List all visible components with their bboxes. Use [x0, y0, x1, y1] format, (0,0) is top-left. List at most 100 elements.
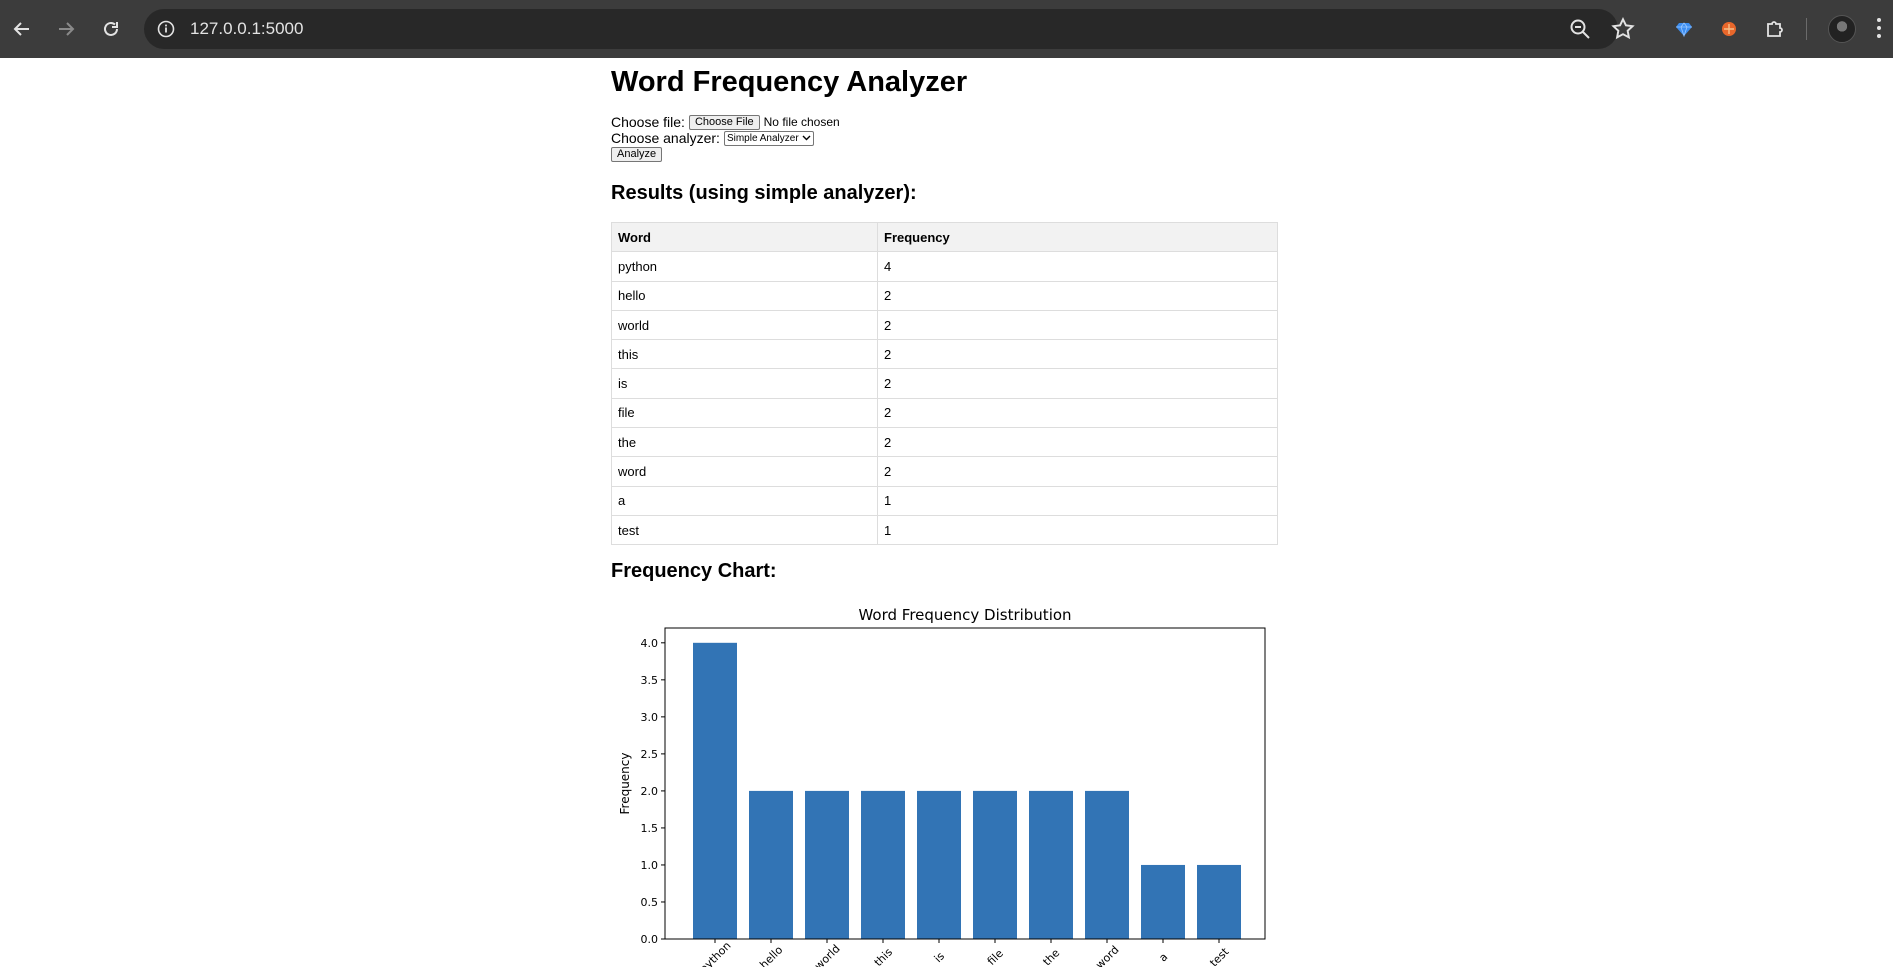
y-tick-label: 0.5 — [641, 896, 659, 909]
frequency-chart: Word Frequency Distribution python hello w… — [618, 606, 1266, 967]
x-tick-label: this — [872, 945, 896, 967]
x-tick-label: file — [985, 947, 1006, 967]
word-cell: world — [611, 309, 878, 341]
address-bar[interactable]: 127.0.0.1:5000 — [144, 9, 1635, 49]
extension-orange-button[interactable] — [1716, 16, 1742, 42]
table-row: python 4 — [611, 251, 1278, 282]
analyze-row: Analyze — [611, 146, 1291, 162]
analyzer-select[interactable]: Simple Analyzer — [723, 130, 814, 146]
word-cell: this — [611, 339, 878, 370]
y-axis-label: Frequency — [618, 753, 632, 815]
browser-menu-button[interactable] — [1872, 16, 1886, 42]
frequency-cell: 2 — [877, 309, 1278, 341]
x-tick-label: word — [1093, 943, 1121, 967]
dot — [1877, 18, 1881, 22]
dot — [1877, 26, 1881, 30]
file-status: No file chosen — [763, 115, 840, 129]
gem-icon — [1676, 22, 1692, 38]
x-tick-label: hello — [757, 943, 785, 967]
chart-bar — [805, 790, 849, 939]
chart-bar — [1197, 864, 1241, 939]
table-row: word 2 — [611, 456, 1278, 487]
word-cell: test — [611, 514, 878, 546]
chart-bar — [1141, 864, 1185, 939]
chart-bar — [861, 790, 905, 939]
frequency-cell: 2 — [877, 339, 1278, 370]
zoom-icon[interactable] — [1568, 17, 1592, 41]
word-cell: the — [611, 427, 878, 458]
x-tick-label: a — [1156, 950, 1170, 964]
table-row: the 2 — [611, 427, 1278, 458]
toolbar-divider — [1806, 18, 1807, 40]
chart-bar — [1029, 790, 1073, 939]
x-tick-label: python — [697, 939, 733, 967]
x-tick-label: world — [812, 942, 843, 967]
chart-bar — [1085, 790, 1129, 939]
extension-orange-icon — [1722, 22, 1736, 36]
info-icon — [157, 20, 175, 38]
analyzer-selected-value: Simple Analyzer — [726, 132, 799, 144]
frequency-cell: 4 — [877, 251, 1278, 282]
frequency-cell: 2 — [877, 427, 1278, 458]
table-row: this 2 — [611, 339, 1278, 370]
y-tick-label: 1.0 — [641, 859, 659, 872]
word-cell: python — [611, 251, 878, 282]
choose-file-button[interactable]: Choose File — [688, 114, 760, 130]
chart-bar — [917, 790, 961, 939]
word-cell: hello — [611, 280, 878, 311]
y-tick-label: 2.0 — [641, 785, 659, 798]
profile-avatar[interactable] — [1828, 15, 1856, 43]
puzzle-piece-icon — [1767, 21, 1783, 37]
results-heading: Results (using simple analyzer): — [611, 182, 917, 204]
upload-form: Choose file: Choose File No file chosen … — [611, 114, 1291, 162]
extension-gem-button[interactable] — [1671, 16, 1697, 42]
y-tick-label: 0.0 — [641, 933, 659, 946]
site-info-button[interactable] — [152, 15, 180, 43]
chart-bar — [973, 790, 1017, 939]
word-cell: is — [611, 368, 878, 399]
word-cell: a — [611, 485, 878, 516]
chevron-down-icon — [802, 135, 811, 141]
page-title: Word Frequency Analyzer — [611, 66, 968, 98]
column-header-word: Word — [611, 221, 878, 253]
chart-bar — [749, 790, 793, 939]
url-text[interactable]: 127.0.0.1:5000 — [190, 19, 303, 39]
dot — [1877, 34, 1881, 38]
frequency-cell: 2 — [877, 280, 1278, 311]
analyze-button[interactable]: Analyze — [611, 147, 663, 162]
table-row: a1 — [611, 485, 1278, 516]
frequency-cell: 1 — [877, 514, 1278, 546]
analyzer-row: Choose analyzer: Simple Analyzer — [611, 130, 1291, 146]
results-table: Word Frequency python 4 hello 2 world 2 thi… — [611, 221, 1278, 546]
frequency-cell: 2 — [877, 397, 1278, 429]
arrow-right-icon — [59, 22, 75, 36]
y-tick-label: 2.5 — [641, 748, 659, 761]
extensions-button[interactable] — [1762, 16, 1788, 42]
y-tick-label: 3.5 — [641, 674, 659, 687]
y-tick-label: 1.5 — [641, 822, 659, 835]
table-header-row: Word Frequency — [611, 221, 1278, 253]
forward-button[interactable] — [49, 12, 83, 46]
table-row: hello 2 — [611, 280, 1278, 311]
y-tick-label: 4.0 — [641, 637, 659, 650]
word-cell: file — [611, 397, 878, 429]
word-cell: word — [611, 456, 878, 487]
file-label: Choose file: — [611, 114, 685, 130]
y-tick-label: 3.0 — [641, 711, 659, 724]
x-tick-label: is — [932, 949, 948, 965]
arrow-left-icon — [13, 22, 29, 36]
frequency-cell: 2 — [877, 456, 1278, 487]
reload-icon — [104, 21, 118, 36]
x-tick-label: test — [1207, 945, 1232, 967]
back-button[interactable] — [5, 12, 39, 46]
table-row: is 2 — [611, 368, 1278, 399]
analyzer-label: Choose analyzer: — [611, 130, 720, 146]
chart-title: Word Frequency Distribution — [858, 606, 1071, 624]
reload-button[interactable] — [94, 12, 128, 46]
bookmark-star-icon[interactable] — [1610, 16, 1636, 42]
file-row: Choose file: Choose File No file chosen — [611, 114, 1291, 130]
table-row: world 2 — [611, 309, 1278, 341]
column-header-frequency: Frequency — [877, 221, 1278, 253]
table-row: file 2 — [611, 397, 1278, 429]
chart-heading: Frequency Chart: — [611, 560, 777, 583]
